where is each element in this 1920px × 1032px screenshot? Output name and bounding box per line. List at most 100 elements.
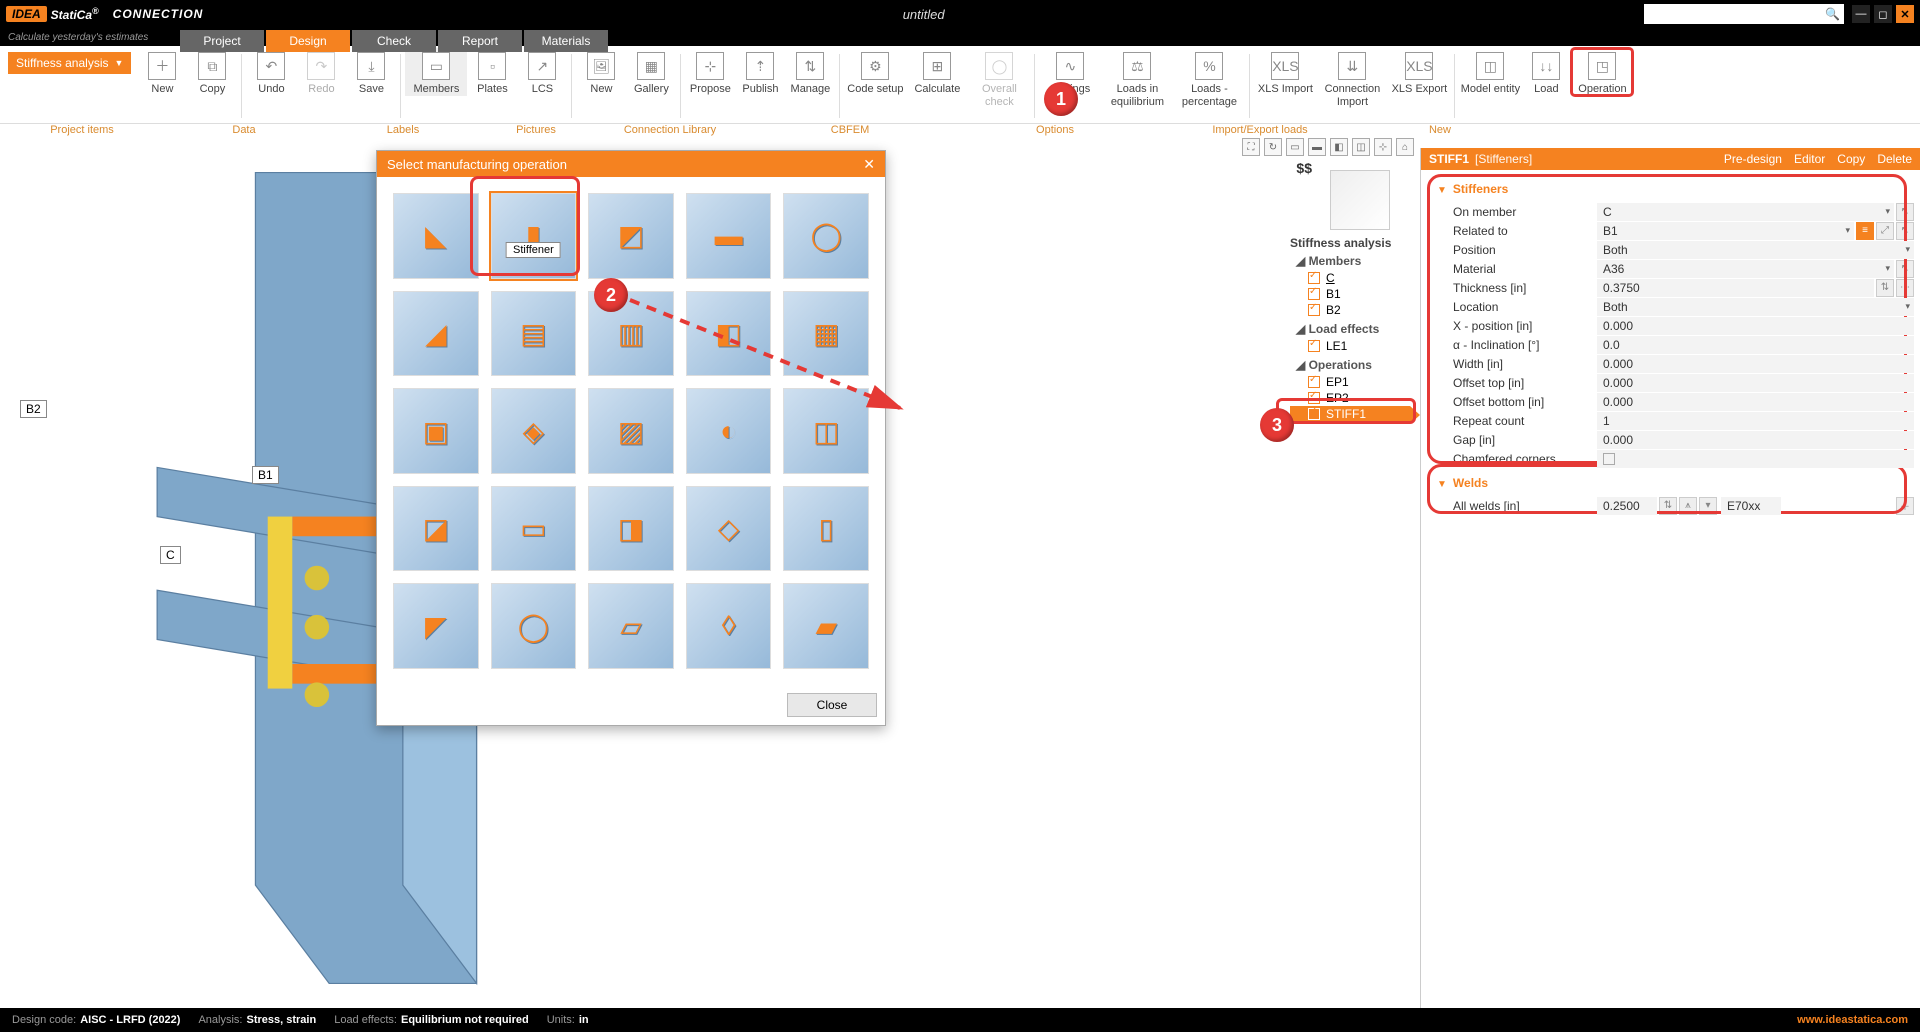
operation-cell-6[interactable]: ▤ bbox=[491, 291, 577, 377]
weld-value[interactable]: 0.2500 bbox=[1597, 497, 1657, 515]
expand-icon[interactable]: ⤢ bbox=[1876, 222, 1894, 240]
tree-item-stiff1[interactable]: STIFF1 bbox=[1290, 406, 1410, 422]
copy-action[interactable]: Copy bbox=[1837, 152, 1865, 166]
weld-symbol-icon[interactable]: ⩚ bbox=[1679, 497, 1697, 515]
section-welds[interactable]: Welds bbox=[1437, 476, 1914, 490]
connection-import-button[interactable]: ⇊Connection Import bbox=[1316, 48, 1388, 108]
tree-group-members[interactable]: ◢ Members bbox=[1296, 254, 1410, 268]
tab-report[interactable]: Report bbox=[438, 30, 522, 52]
prop-value[interactable]: 0.000 bbox=[1597, 374, 1914, 392]
modal-close-button[interactable]: Close bbox=[787, 693, 877, 717]
operation-cell-11[interactable]: ◈ bbox=[491, 388, 577, 474]
operation-cell-21[interactable]: ◯ bbox=[491, 583, 577, 669]
checkbox-icon[interactable] bbox=[1308, 408, 1320, 420]
analysis-type-combo[interactable]: Stiffness analysis▼ bbox=[8, 52, 131, 74]
operation-cell-17[interactable]: ◨ bbox=[588, 486, 674, 572]
prop-value[interactable]: Both▾ bbox=[1597, 298, 1914, 316]
operation-cell-13[interactable]: ◐ bbox=[686, 388, 772, 474]
modal-close-icon[interactable]: ✕ bbox=[863, 156, 875, 173]
loads-pct-button[interactable]: %Loads - percentage bbox=[1173, 48, 1245, 108]
prop-value[interactable]: 0.000 bbox=[1597, 431, 1914, 449]
weld-material[interactable]: E70xx bbox=[1721, 497, 1781, 515]
menu-icon[interactable]: ≡ bbox=[1856, 222, 1874, 240]
copy-button[interactable]: ⧉Copy bbox=[187, 48, 237, 96]
loads-eq-button[interactable]: ⚖Loads in equilibrium bbox=[1101, 48, 1173, 108]
picker-icon[interactable]: ↖ bbox=[1896, 203, 1914, 221]
checkbox-icon[interactable] bbox=[1308, 304, 1320, 316]
operation-cell-14[interactable]: ◫ bbox=[783, 388, 869, 474]
publish-button[interactable]: ⇡Publish bbox=[735, 48, 785, 96]
picture-new-button[interactable]: 🖼New bbox=[576, 48, 626, 96]
prop-value[interactable]: A36▾ bbox=[1597, 260, 1894, 278]
operation-cell-20[interactable]: ◤ bbox=[393, 583, 479, 669]
model-entity-button[interactable]: ◫Model entity bbox=[1459, 48, 1521, 96]
dropdown-icon[interactable]: ▾ bbox=[1699, 497, 1717, 515]
checkbox-icon[interactable] bbox=[1308, 272, 1320, 284]
manage-button[interactable]: ⇅Manage bbox=[785, 48, 835, 96]
tree-item-b2[interactable]: B2 bbox=[1290, 302, 1410, 318]
propose-button[interactable]: ⊹Propose bbox=[685, 48, 735, 96]
tree-group-ops[interactable]: ◢ Operations bbox=[1296, 358, 1410, 372]
new-button[interactable]: ＋New bbox=[137, 48, 187, 96]
picker-icon[interactable]: ↖ bbox=[1896, 260, 1914, 278]
operation-cell-8[interactable]: ◧ bbox=[686, 291, 772, 377]
prop-value[interactable]: 0.000 bbox=[1597, 393, 1914, 411]
close-button[interactable]: ✕ bbox=[1896, 5, 1914, 23]
operation-cell-23[interactable]: ◊ bbox=[686, 583, 772, 669]
tab-materials[interactable]: Materials bbox=[524, 30, 608, 52]
picker-icon[interactable]: ↖ bbox=[1896, 222, 1914, 240]
operation-cell-16[interactable]: ▭ bbox=[491, 486, 577, 572]
prop-value[interactable]: C▾ bbox=[1597, 203, 1894, 221]
tab-project[interactable]: Project bbox=[180, 30, 264, 52]
spinner-icon[interactable]: ⇅ bbox=[1659, 497, 1677, 515]
lcs-button[interactable]: ↗LCS bbox=[517, 48, 567, 96]
more-icon[interactable]: ⋯ bbox=[1896, 279, 1914, 297]
prop-value[interactable]: 0.000 bbox=[1597, 317, 1914, 335]
add-icon[interactable]: ＋ bbox=[1896, 497, 1914, 515]
tree-group-loads[interactable]: ◢ Load effects bbox=[1296, 322, 1410, 336]
undo-button[interactable]: ↶Undo bbox=[246, 48, 296, 96]
operation-cell-1[interactable]: ▮Stiffener bbox=[491, 193, 577, 279]
operation-cell-15[interactable]: ◪ bbox=[393, 486, 479, 572]
operation-cell-3[interactable]: ▬ bbox=[686, 193, 772, 279]
spinner-icon[interactable]: ⇅ bbox=[1876, 279, 1894, 297]
members-button[interactable]: ▭Members bbox=[405, 48, 467, 96]
overall-check-button[interactable]: ◯Overall check bbox=[968, 48, 1030, 108]
load-button[interactable]: ↓↓Load bbox=[1521, 48, 1571, 96]
tree-item-ep1[interactable]: EP1 bbox=[1290, 374, 1410, 390]
checkbox-icon[interactable] bbox=[1308, 288, 1320, 300]
operation-cell-10[interactable]: ▣ bbox=[393, 388, 479, 474]
website-link[interactable]: www.ideastatica.com bbox=[1797, 1014, 1908, 1026]
prop-value[interactable]: Both▾ bbox=[1597, 241, 1914, 259]
checkbox-icon[interactable] bbox=[1308, 376, 1320, 388]
checkbox-icon[interactable] bbox=[1308, 392, 1320, 404]
prop-value[interactable] bbox=[1597, 450, 1914, 468]
operation-cell-19[interactable]: ▯ bbox=[783, 486, 869, 572]
prop-value[interactable]: B1▾ bbox=[1597, 222, 1854, 240]
operation-cell-12[interactable]: ▨ bbox=[588, 388, 674, 474]
prop-value[interactable]: 0.000 bbox=[1597, 355, 1914, 373]
prop-value[interactable]: 0.3750 bbox=[1597, 279, 1874, 297]
operation-cell-24[interactable]: ▰ bbox=[783, 583, 869, 669]
tree-item-le1[interactable]: LE1 bbox=[1290, 338, 1410, 354]
section-stiffeners[interactable]: Stiffeners bbox=[1437, 182, 1914, 196]
operation-cell-5[interactable]: ◢ bbox=[393, 291, 479, 377]
maximize-button[interactable]: ◻ bbox=[1874, 5, 1892, 23]
code-setup-button[interactable]: ⚙Code setup bbox=[844, 48, 906, 96]
xls-import-button[interactable]: XLSXLS Import bbox=[1254, 48, 1316, 96]
plates-button[interactable]: ▫Plates bbox=[467, 48, 517, 96]
operation-button[interactable]: ◳Operation bbox=[1571, 48, 1633, 96]
tree-item-ep2[interactable]: EP2 bbox=[1290, 390, 1410, 406]
editor-action[interactable]: Editor bbox=[1794, 152, 1825, 166]
operation-cell-0[interactable]: ◣ bbox=[393, 193, 479, 279]
checkbox-icon[interactable] bbox=[1308, 340, 1320, 352]
xls-export-button[interactable]: XLSXLS Export bbox=[1388, 48, 1450, 96]
prop-value[interactable]: 0.0 bbox=[1597, 336, 1914, 354]
tree-item-b1[interactable]: B1 bbox=[1290, 286, 1410, 302]
predesign-action[interactable]: Pre-design bbox=[1724, 152, 1782, 166]
redo-button[interactable]: ↷Redo bbox=[296, 48, 346, 96]
gallery-button[interactable]: ▦Gallery bbox=[626, 48, 676, 96]
operation-cell-2[interactable]: ◩ bbox=[588, 193, 674, 279]
tab-check[interactable]: Check bbox=[352, 30, 436, 52]
tree-item-c[interactable]: C bbox=[1290, 270, 1410, 286]
